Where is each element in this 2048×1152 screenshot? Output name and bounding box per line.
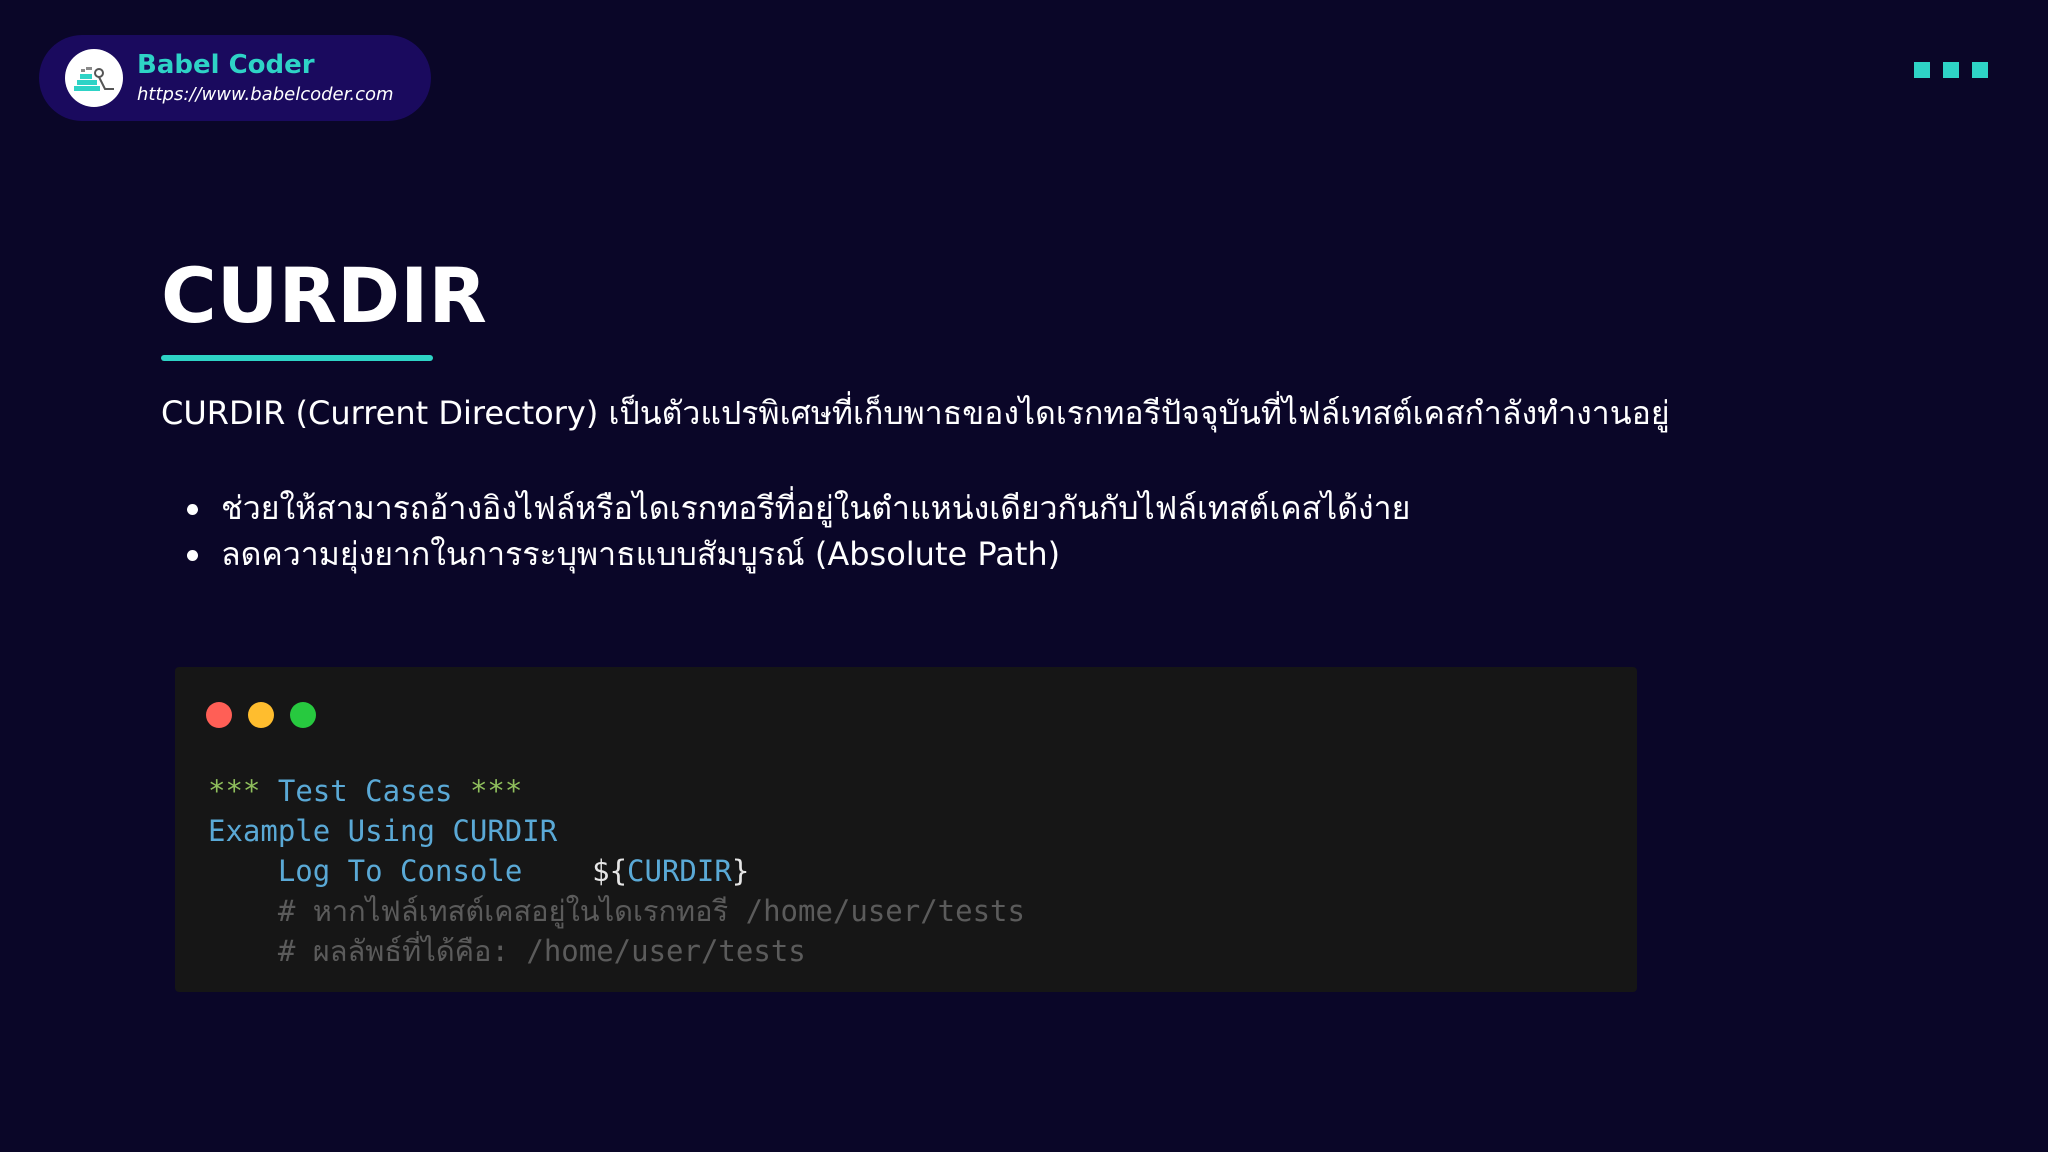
minimize-dot-icon xyxy=(248,702,274,728)
code-var-open: ${ xyxy=(592,854,628,888)
code-block: *** Test Cases *** Example Using CURDIR … xyxy=(208,771,1025,971)
brand-url: https://www.babelcoder.com xyxy=(137,84,394,105)
corner-decoration xyxy=(1914,62,1988,78)
decor-square xyxy=(1914,62,1930,78)
maximize-dot-icon xyxy=(290,702,316,728)
decor-square xyxy=(1972,62,1988,78)
code-section-stars: *** xyxy=(469,774,523,808)
title-underline xyxy=(161,355,433,361)
code-keyword: Log To Console xyxy=(277,854,523,888)
code-comment: # ผลลัพธ์ที่ได้คือ: /home/user/tests xyxy=(277,934,806,968)
slide-title: CURDIR xyxy=(161,251,487,340)
close-dot-icon xyxy=(206,702,232,728)
brand-badge: Babel Coder https://www.babelcoder.com xyxy=(39,35,431,121)
code-section-name: Test Cases xyxy=(277,774,453,808)
babel-coder-logo-icon xyxy=(65,49,123,107)
code-window: *** Test Cases *** Example Using CURDIR … xyxy=(175,667,1637,992)
bullet-item: ลดความยุ่งยากในการระบุพาธแบบสัมบูรณ์ (Ab… xyxy=(161,531,1410,577)
code-section-stars: *** xyxy=(208,774,261,808)
code-var-name: CURDIR xyxy=(627,854,732,888)
decor-square xyxy=(1943,62,1959,78)
code-comment: # หากไฟล์เทสต์เคสอยู่ในไดเรกทอรี /home/u… xyxy=(277,894,1025,928)
brand-name: Babel Coder xyxy=(137,50,315,80)
window-controls xyxy=(206,702,316,728)
slide-intro: CURDIR (Current Directory) เป็นตัวแปรพิเ… xyxy=(161,394,1670,432)
code-var-close: } xyxy=(731,854,750,888)
bullet-item: ช่วยให้สามารถอ้างอิงไฟล์หรือไดเรกทอรีที่… xyxy=(161,485,1410,531)
bullet-list: ช่วยให้สามารถอ้างอิงไฟล์หรือไดเรกทอรีที่… xyxy=(161,485,1410,577)
code-test-case-name: Example Using CURDIR xyxy=(208,814,558,848)
